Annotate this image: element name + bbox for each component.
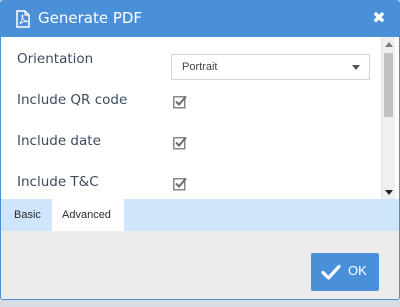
settings-panel: Orientation Portrait Include QR code Inc…	[5, 37, 381, 199]
scrollbar-thumb[interactable]	[384, 53, 393, 117]
pdf-file-icon	[16, 10, 30, 28]
ok-button[interactable]: OK	[311, 253, 379, 291]
include-date-label: Include date	[17, 133, 101, 149]
tab-advanced[interactable]: Advanced	[52, 199, 124, 231]
scroll-down-arrow-icon[interactable]	[385, 190, 393, 195]
tab-basic[interactable]: Basic	[4, 199, 51, 231]
vertical-scrollbar[interactable]	[381, 37, 395, 199]
close-icon[interactable]: ✖	[371, 9, 387, 27]
orientation-label: Orientation	[17, 51, 94, 67]
orientation-row: Orientation Portrait	[5, 41, 381, 81]
include-tc-row: Include T&C	[5, 164, 381, 199]
dialog-title: Generate PDF	[38, 9, 143, 27]
include-date-checkbox[interactable]	[173, 136, 187, 150]
include-qr-label: Include QR code	[17, 92, 128, 108]
include-qr-checkbox[interactable]	[173, 95, 187, 109]
include-qr-row: Include QR code	[5, 82, 381, 122]
dialog-footer: OK	[1, 231, 399, 299]
checkmark-icon	[321, 264, 341, 280]
ok-button-label: OK	[348, 263, 367, 278]
scroll-up-arrow-icon[interactable]	[385, 42, 393, 47]
tab-bar: Basic Advanced	[1, 199, 399, 231]
orientation-select[interactable]: Portrait	[171, 54, 370, 80]
chevron-down-icon	[352, 65, 360, 70]
include-tc-label: Include T&C	[17, 174, 99, 190]
dialog-titlebar[interactable]: Generate PDF ✖	[1, 1, 399, 37]
orientation-selected-value: Portrait	[182, 61, 218, 73]
generate-pdf-dialog: Generate PDF ✖ Orientation Portrait Incl…	[0, 0, 400, 300]
include-date-row: Include date	[5, 123, 381, 163]
include-tc-checkbox[interactable]	[173, 177, 187, 191]
